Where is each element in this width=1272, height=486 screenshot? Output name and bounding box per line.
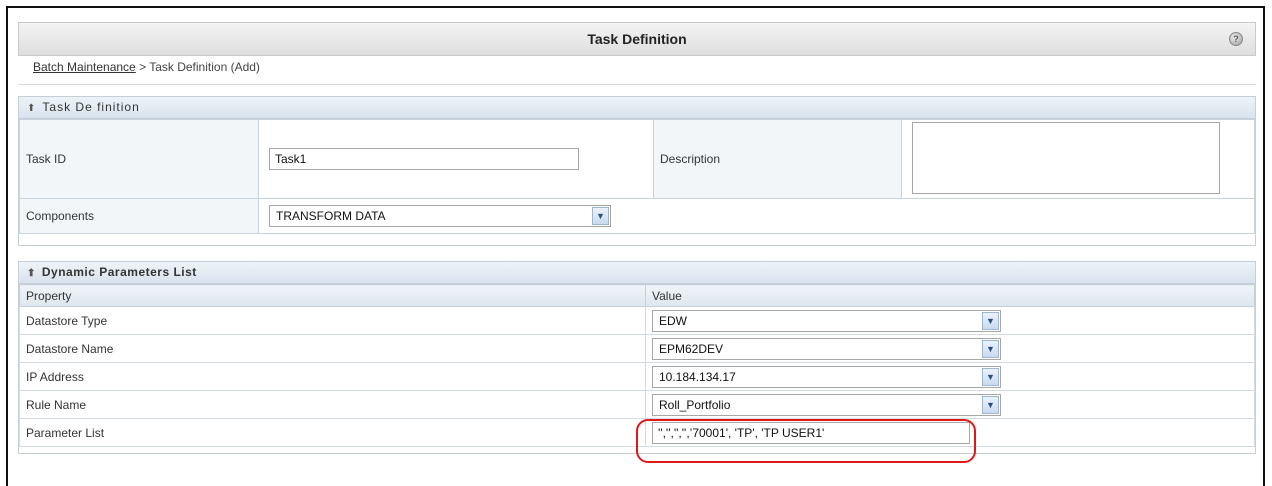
help-icon[interactable]: ? [1229,32,1243,46]
components-cell: TRANSFORM DATA ▼ [258,198,1255,234]
chevron-down-icon[interactable]: ▼ [982,339,999,358]
chevron-down-icon[interactable]: ▼ [592,207,609,225]
column-header-property: Property [19,284,646,307]
chevron-down-icon[interactable]: ▼ [982,395,999,414]
dropdown-selected-value: EPM62DEV [659,341,724,356]
components-dropdown[interactable]: TRANSFORM DATA ▼ [269,205,611,227]
task-definition-section-title: Task De finition [42,100,140,114]
table-row: Datastore Type EDW ▼ [19,306,1255,335]
table-row: Datastore Name EPM62DEV ▼ [19,334,1255,363]
dynamic-parameters-section-title: Dynamic Parameters List [41,265,197,279]
chevron-down-icon[interactable]: ▼ [982,311,999,330]
table-row: IP Address 10.184.134.17 ▼ [19,362,1255,391]
property-cell: IP Address [19,362,646,391]
breadcrumb-separator: > [135,60,150,74]
value-cell: Roll_Portfolio ▼ [645,390,1255,419]
page-title: Task Definition [587,31,687,47]
task-definition-form: Task ID Description Components TRANSFORM… [19,119,1255,234]
task-definition-section: ⬆︎ Task De finition Task ID Description C… [18,96,1256,246]
task-definition-section-header[interactable]: ⬆︎ Task De finition [19,97,1255,119]
dynamic-parameters-table: Property Value Datastore Type EDW ▼ Data… [19,284,1255,447]
chevron-down-icon[interactable]: ▼ [982,367,999,386]
divider [18,84,1256,85]
description-textarea[interactable] [912,121,1220,194]
breadcrumb-batch-maintenance-link[interactable]: Batch Maintenance [33,60,136,74]
task-id-cell [258,119,654,199]
breadcrumb-current: Task Definition (Add) [149,60,260,74]
dynamic-parameters-section-header[interactable]: ⬆︎ Dynamic Parameters List [19,262,1255,284]
table-row: Rule Name Roll_Portfolio ▼ [19,390,1255,419]
ip-address-dropdown[interactable]: 10.184.134.17 ▼ [652,365,1001,388]
page-header: Task Definition ? [18,22,1256,56]
rule-name-dropdown[interactable]: Roll_Portfolio ▼ [652,393,1001,416]
description-label: Description [653,119,902,199]
components-selected-value: TRANSFORM DATA [276,209,386,223]
value-cell: 10.184.134.17 ▼ [645,362,1255,391]
datastore-name-dropdown[interactable]: EPM62DEV ▼ [652,337,1001,360]
property-cell: Parameter List [19,418,646,447]
task-id-input[interactable] [269,148,579,170]
property-cell: Datastore Name [19,334,646,363]
value-cell: EPM62DEV ▼ [645,334,1255,363]
datastore-type-dropdown[interactable]: EDW ▼ [652,309,1001,332]
task-id-label: Task ID [19,119,259,199]
property-cell: Rule Name [19,390,646,419]
description-cell [901,119,1255,199]
dropdown-selected-value: 10.184.134.17 [659,369,736,384]
highlight-annotation [636,419,976,463]
column-header-value: Value [645,284,1255,307]
collapse-chevron-icon[interactable]: ⬆︎ [27,268,36,279]
collapse-chevron-icon[interactable]: ⬆︎ [27,103,36,114]
dropdown-selected-value: EDW [659,313,687,328]
components-label: Components [19,198,259,234]
property-cell: Datastore Type [19,306,646,335]
breadcrumb: Batch Maintenance > Task Definition (Add… [33,60,260,74]
dropdown-selected-value: Roll_Portfolio [659,397,731,412]
value-cell: EDW ▼ [645,306,1255,335]
